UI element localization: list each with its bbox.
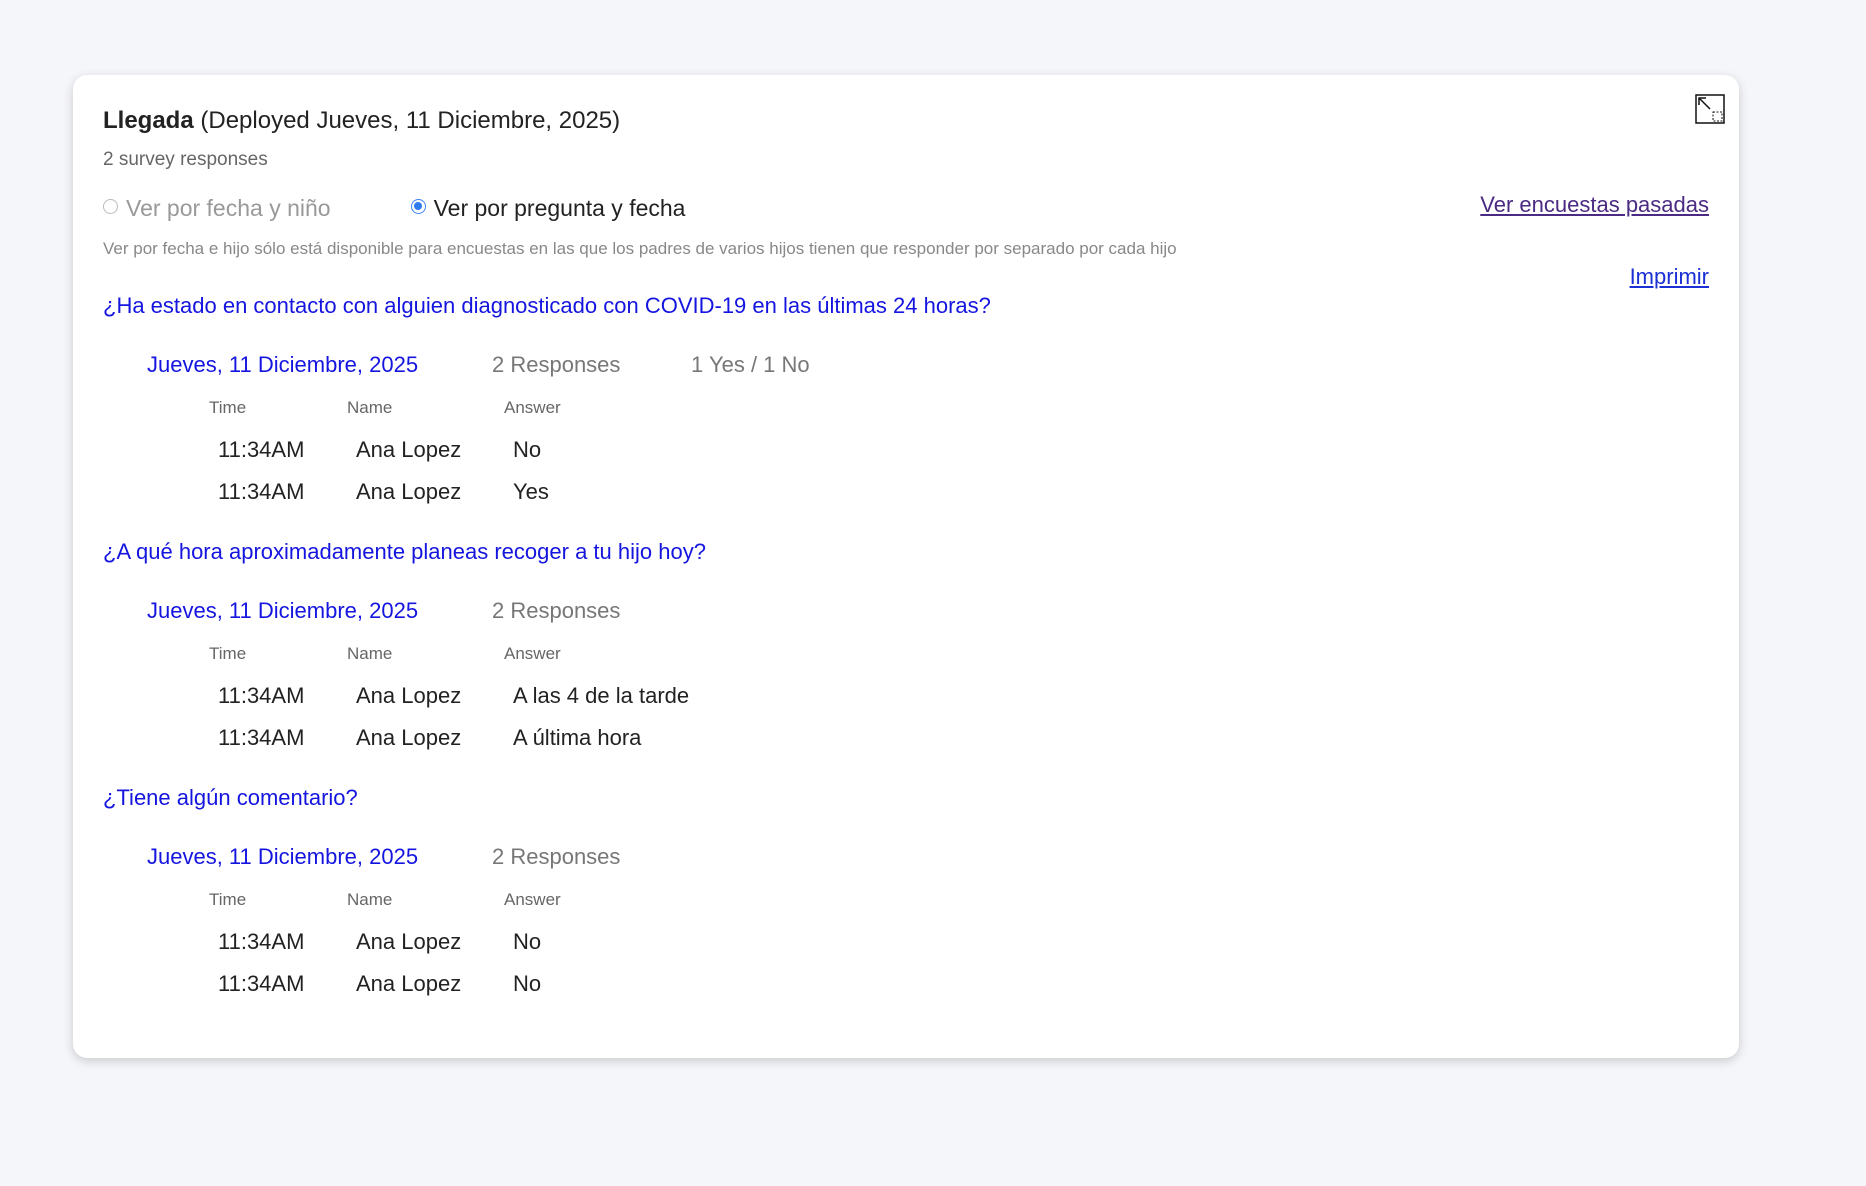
survey-title: Llegada (Deployed Jueves, 11 Diciembre, …	[103, 107, 620, 135]
response-answer: No	[513, 437, 542, 462]
response-name: Ana Lopez	[356, 479, 462, 504]
column-header-time: Time	[209, 398, 247, 417]
response-answer: A última hora	[513, 725, 642, 750]
survey-response-count: 2 survey responses	[103, 149, 268, 170]
responses-count: 2 Responses	[492, 598, 621, 623]
question-title: ¿Tiene algún comentario?	[103, 785, 358, 810]
response-answer: No	[513, 971, 542, 996]
expand-icon[interactable]	[1695, 94, 1725, 124]
response-time: 11:34AM	[218, 479, 305, 504]
radio-label-by-date-child: Ver por fecha y niño	[126, 195, 331, 221]
survey-name: Llegada	[103, 107, 194, 134]
radio-label-by-question-date: Ver por pregunta y fecha	[433, 195, 686, 221]
radio-circle-unchecked[interactable]	[103, 199, 118, 214]
column-header-name: Name	[347, 644, 393, 663]
view-mode-radio-group: Ver por fecha y niño Ver por pregunta y …	[103, 195, 685, 222]
responses-count: 2 Responses	[492, 352, 621, 377]
column-header-time: Time	[209, 644, 247, 663]
response-time: 11:34AM	[218, 725, 305, 750]
survey-deployed-date: (Deployed Jueves, 11 Diciembre, 2025)	[200, 107, 621, 134]
radio-circle-checked[interactable]	[410, 199, 426, 214]
past-surveys-link[interactable]: Ver encuestas pasadas	[1480, 192, 1709, 218]
response-name: Ana Lopez	[356, 971, 462, 996]
response-time: 11:34AM	[218, 437, 305, 462]
answer-summary: 1 Yes / 1 No	[691, 352, 810, 377]
response-name: Ana Lopez	[356, 929, 462, 954]
survey-results-card: Llegada (Deployed Jueves, 11 Diciembre, …	[73, 75, 1739, 1058]
response-time: 11:34AM	[218, 929, 305, 954]
response-answer: Yes	[513, 479, 549, 504]
response-time: 11:34AM	[218, 971, 305, 996]
question-date: Jueves, 11 Diciembre, 2025	[147, 844, 419, 869]
column-header-name: Name	[347, 398, 393, 417]
question-title: ¿Ha estado en contacto con alguien diagn…	[103, 293, 991, 318]
response-name: Ana Lopez	[356, 683, 462, 708]
question-date: Jueves, 11 Diciembre, 2025	[147, 352, 419, 377]
column-header-name: Name	[347, 890, 393, 909]
response-name: Ana Lopez	[356, 725, 462, 750]
radio-view-by-date-child[interactable]: Ver por fecha y niño	[103, 195, 331, 222]
response-name: Ana Lopez	[356, 437, 462, 462]
column-header-answer: Answer	[504, 890, 561, 909]
view-mode-note: Ver por fecha e hijo sólo está disponibl…	[103, 239, 1177, 258]
question-date: Jueves, 11 Diciembre, 2025	[147, 598, 419, 623]
responses-count: 2 Responses	[492, 844, 621, 869]
response-answer: No	[513, 929, 542, 954]
response-answer: A las 4 de la tarde	[513, 683, 690, 708]
column-header-answer: Answer	[504, 644, 561, 663]
column-header-time: Time	[209, 890, 247, 909]
response-time: 11:34AM	[218, 683, 305, 708]
radio-view-by-question-date[interactable]: Ver por pregunta y fecha	[410, 195, 686, 222]
print-link[interactable]: Imprimir	[1630, 264, 1709, 290]
question-title: ¿A qué hora aproximadamente planeas reco…	[103, 539, 706, 564]
column-header-answer: Answer	[504, 398, 561, 417]
